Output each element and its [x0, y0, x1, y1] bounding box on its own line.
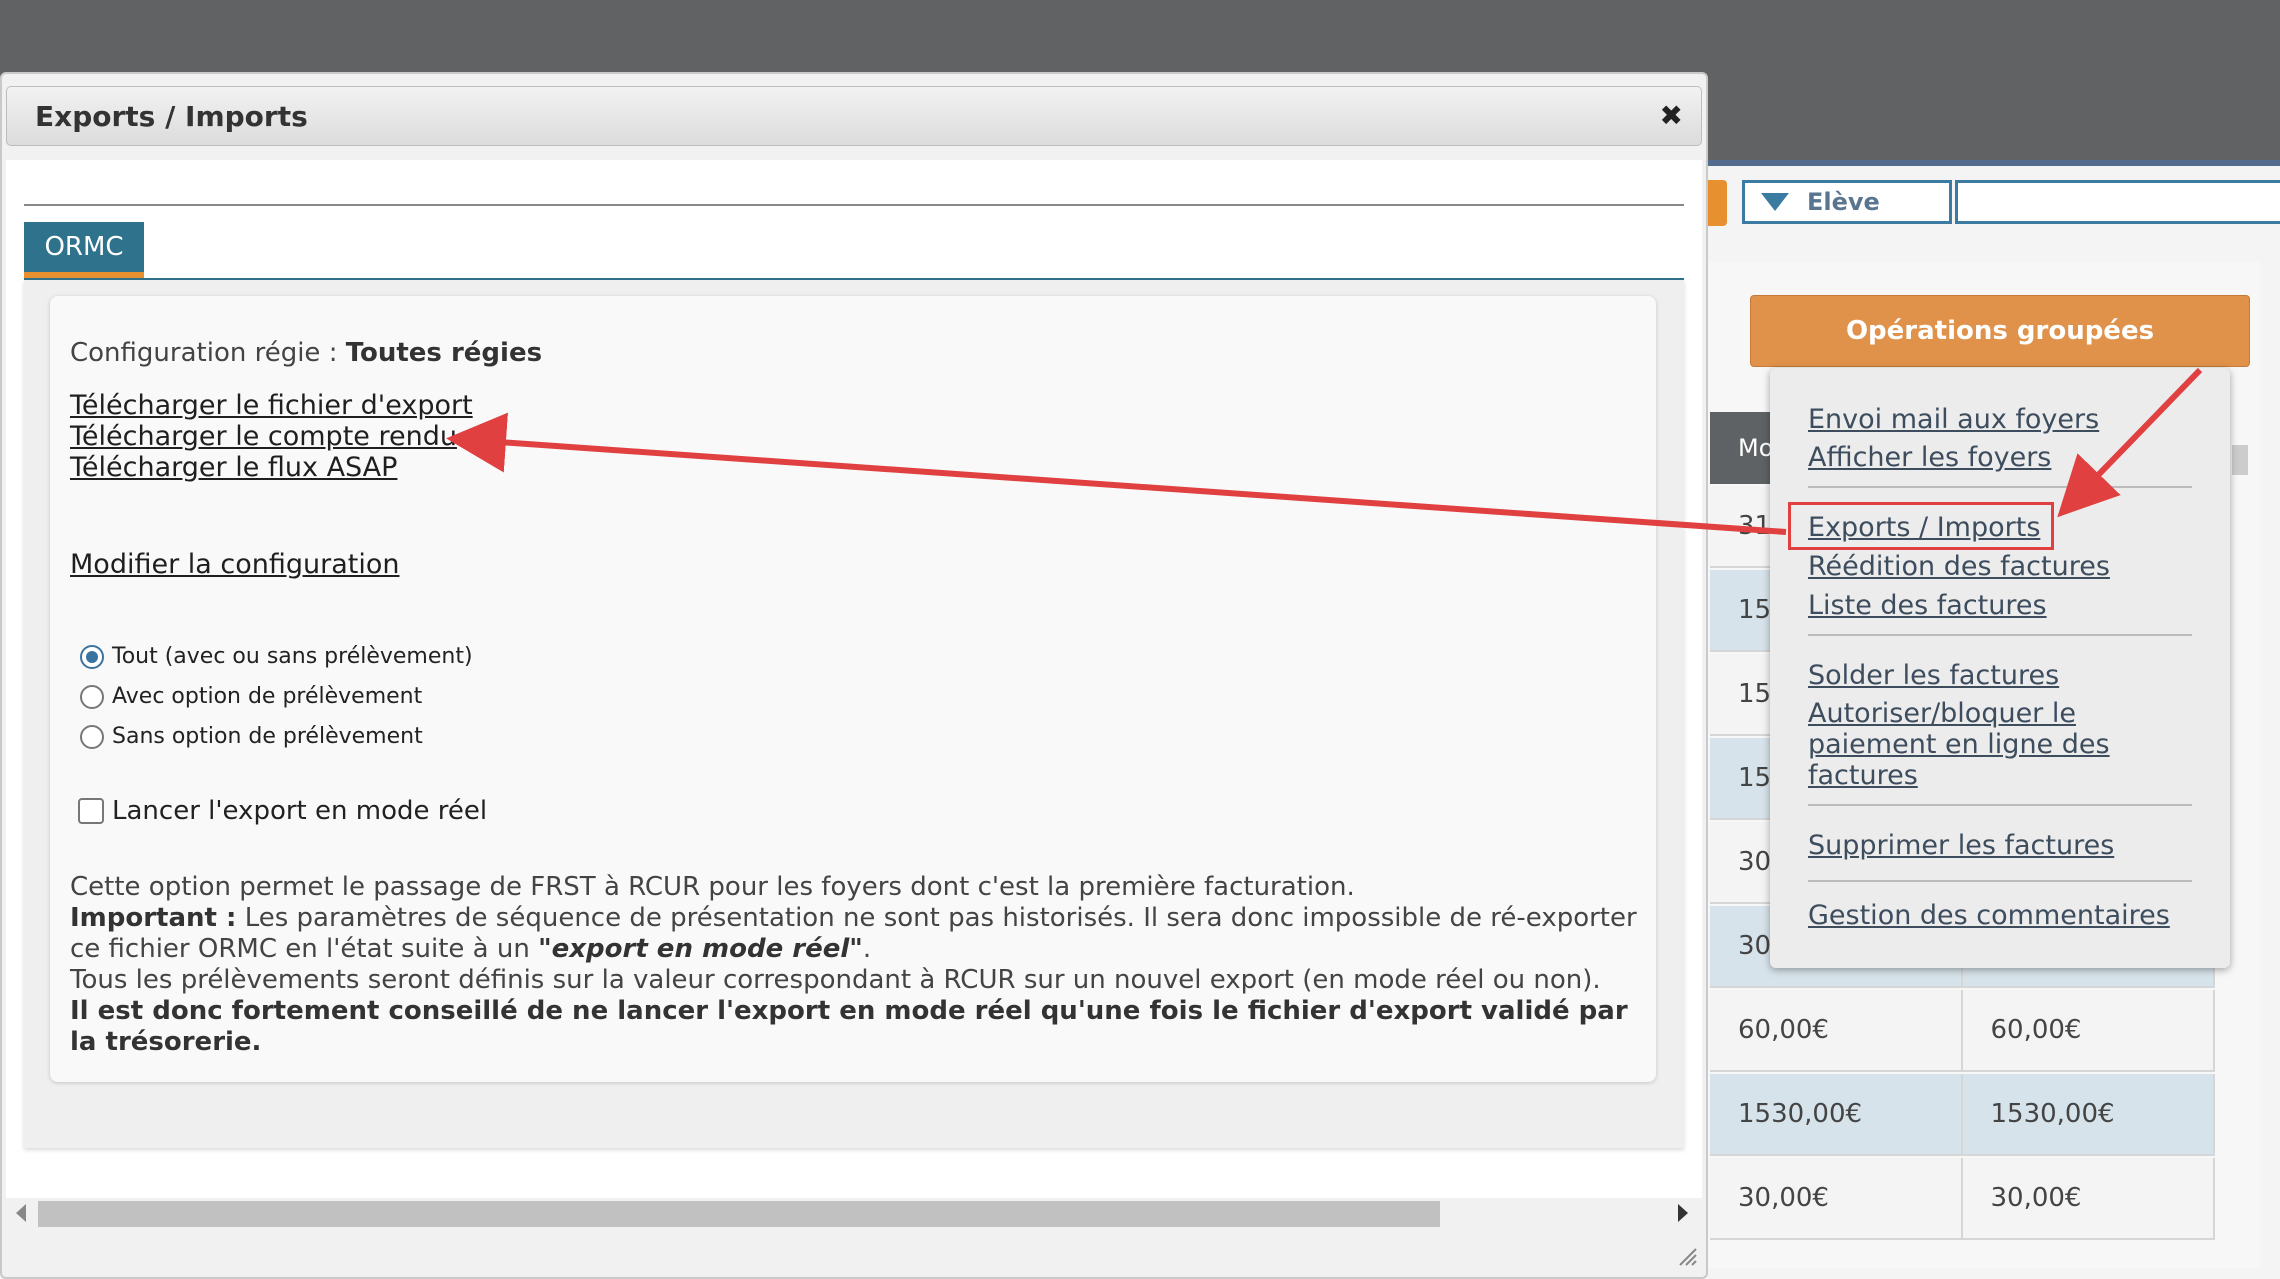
scrollbar-thumb[interactable] — [38, 1201, 1440, 1227]
table-cell: 60,00€ — [1710, 990, 1963, 1070]
scroll-left-icon[interactable] — [16, 1204, 26, 1222]
close-icon[interactable]: ✖ — [1660, 99, 1683, 132]
real-mode-checkbox-row[interactable]: Lancer l'export en mode réel — [78, 796, 487, 826]
annotation-highlight-box — [1788, 502, 2054, 550]
radio-button-checked[interactable] — [80, 644, 104, 669]
radio-label: Sans option de prélèvement — [112, 724, 423, 749]
operations-groupees-button[interactable]: Opérations groupées — [1750, 295, 2250, 367]
scroll-right-icon[interactable] — [1678, 1204, 1688, 1222]
config-label: Configuration régie : — [70, 338, 346, 368]
radio-without-debit[interactable]: Sans option de prélèvement — [80, 724, 423, 749]
export-info-text: Cette option permet le passage de FRST à… — [70, 872, 1650, 1058]
important-end: . — [862, 934, 872, 964]
menu-separator — [1808, 880, 2192, 882]
download-asap-link[interactable]: Télécharger le flux ASAP — [70, 452, 397, 483]
horizontal-scrollbar[interactable] — [6, 1198, 1702, 1230]
table-row[interactable]: 30,00€ 30,00€ — [1710, 1158, 2215, 1240]
table-cell: 30,00€ — [1710, 1158, 1963, 1238]
menu-item-solder-factures[interactable]: Solder les factures — [1808, 660, 2188, 691]
eleve-filter[interactable]: Elève — [1742, 180, 1952, 224]
tab-panel: Configuration régie : Toutes régies Télé… — [24, 280, 1684, 1148]
table-row[interactable]: 60,00€ 60,00€ — [1710, 990, 2215, 1072]
info-line-3: Tous les prélèvements seront définis sur… — [70, 965, 1601, 995]
important-label: Important : — [70, 903, 237, 933]
info-important: Important : Les paramètres de séquence d… — [70, 903, 1650, 965]
menu-item-envoi-mail[interactable]: Envoi mail aux foyers — [1808, 404, 2188, 435]
radio-label: Tout (avec ou sans prélèvement) — [112, 644, 473, 669]
radio-with-debit[interactable]: Avec option de prélèvement — [80, 684, 422, 709]
download-export-file-link[interactable]: Télécharger le fichier d'export — [70, 390, 473, 421]
info-line-1: Cette option permet le passage de FRST à… — [70, 872, 1355, 902]
dialog-body: ORMC Configuration régie : Toutes régies… — [6, 160, 1702, 1200]
table-header-cell: Mo — [1710, 412, 1773, 484]
important-quote: "export en mode réel" — [538, 934, 863, 964]
radio-button[interactable] — [80, 684, 104, 709]
radio-button[interactable] — [80, 724, 104, 749]
real-mode-checkbox[interactable] — [78, 798, 104, 824]
chevron-down-icon — [1761, 193, 1789, 211]
info-warning: Il est donc fortement conseillé de ne la… — [70, 996, 1628, 1057]
table-row[interactable]: 1530,00€ 1530,00€ — [1710, 1074, 2215, 1156]
exports-imports-dialog: Exports / Imports ✖ ORMC Configuration r… — [0, 72, 1708, 1279]
modify-configuration-link[interactable]: Modifier la configuration — [70, 549, 399, 580]
table-scrollbar[interactable] — [2232, 445, 2248, 475]
menu-item-afficher-foyers[interactable]: Afficher les foyers — [1808, 442, 2188, 473]
checkbox-label: Lancer l'export en mode réel — [112, 796, 488, 826]
menu-separator — [1808, 634, 2192, 636]
eleve-filter-label: Elève — [1807, 188, 1880, 216]
menu-separator — [1808, 486, 2192, 488]
table-cell: 30,00€ — [1963, 1158, 2215, 1238]
menu-item-autoriser-paiement[interactable]: Autoriser/bloquer le paiement en ligne d… — [1808, 698, 2128, 791]
radio-all[interactable]: Tout (avec ou sans prélèvement) — [80, 644, 473, 669]
resize-handle-icon[interactable] — [1676, 1245, 1698, 1267]
menu-separator — [1808, 804, 2192, 806]
table-cell: 1530,00€ — [1963, 1074, 2215, 1154]
dialog-title: Exports / Imports — [35, 99, 308, 133]
radio-label: Avec option de prélèvement — [112, 684, 423, 709]
operations-menu: Envoi mail aux foyers Afficher les foyer… — [1770, 368, 2230, 968]
menu-item-reedition-factures[interactable]: Réédition des factures — [1808, 551, 2188, 582]
dialog-titlebar[interactable]: Exports / Imports ✖ — [6, 86, 1702, 146]
table-cell: 1530,00€ — [1710, 1074, 1963, 1154]
tab-ormc[interactable]: ORMC — [24, 222, 144, 278]
configuration-regie: Configuration régie : Toutes régies — [70, 338, 542, 368]
menu-item-supprimer-factures[interactable]: Supprimer les factures — [1808, 830, 2188, 861]
menu-item-liste-factures[interactable]: Liste des factures — [1808, 590, 2188, 621]
table-cell: 60,00€ — [1963, 990, 2215, 1070]
menu-item-gestion-commentaires[interactable]: Gestion des commentaires — [1808, 900, 2188, 931]
ormc-content-card: Configuration régie : Toutes régies Télé… — [50, 296, 1656, 1082]
divider — [24, 204, 1684, 206]
search-filter-input[interactable] — [1955, 180, 2280, 224]
config-value: Toutes régies — [345, 338, 543, 368]
download-report-link[interactable]: Télécharger le compte rendu — [70, 421, 457, 452]
